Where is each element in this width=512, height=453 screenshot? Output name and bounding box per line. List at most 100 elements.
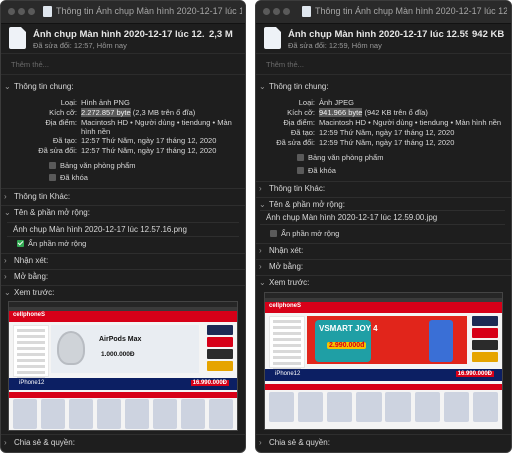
iphone-ad: iPhone12 16.990.000Đ [265, 369, 502, 381]
minimize-button[interactable] [18, 8, 25, 15]
kind-row: Loại: Ảnh JPEG [298, 98, 355, 107]
section-preview[interactable]: ⌄ Xem trước: [256, 277, 511, 290]
hide-extension-checkbox[interactable]: Ẩn phần mở rộng [17, 239, 167, 249]
chevron-right-icon[interactable]: › [259, 262, 262, 271]
modified-date: Đã sửa đổi: 12:57, Hôm nay [33, 41, 127, 50]
divider [256, 259, 511, 260]
section-comments[interactable]: › Nhận xét: [256, 245, 511, 258]
stationery-checkbox[interactable]: Bảng văn phòng phẩm [297, 153, 447, 163]
chevron-right-icon[interactable]: › [4, 272, 7, 281]
info-window-jpeg: Thông tin Ảnh chụp Màn hình 2020-12-17 l… [255, 0, 512, 453]
modified-row: Đã sửa đổi: 12:57 Thứ Năm, ngày 17 tháng… [38, 146, 217, 155]
file-icon [9, 27, 26, 49]
file-header: Ảnh chụp Màn hình 2020-12-17 lúc 12.59..… [256, 24, 511, 52]
document-icon [302, 6, 311, 17]
chevron-right-icon[interactable]: › [4, 192, 7, 201]
chevron-down-icon[interactable]: ⌄ [4, 208, 11, 217]
divider [1, 188, 245, 189]
section-comments[interactable]: › Nhận xét: [1, 255, 245, 268]
size-value[interactable]: 941.966 byte [319, 108, 363, 117]
iphone-ad: iPhone12 16.990.000Đ [9, 378, 237, 390]
promo-banner: VSMART JOY 4 2.990.000đ [307, 316, 467, 364]
section-general[interactable]: ⌄ Thông tin chung: [256, 81, 511, 94]
section-open-with[interactable]: › Mở bằng: [1, 271, 245, 284]
title-bar[interactable]: Thông tin Ảnh chụp Màn hình 2020-12-17 l… [1, 1, 245, 24]
locked-checkbox[interactable]: Đã khóa [297, 166, 447, 176]
chevron-right-icon[interactable]: › [259, 246, 262, 255]
section-name-extension[interactable]: ⌄ Tên & phần mở rộng: [1, 207, 245, 220]
name-input[interactable] [266, 212, 501, 223]
created-row: Đã tạo: 12:59 Thứ Năm, ngày 17 tháng 12,… [290, 128, 455, 137]
window-controls[interactable] [263, 8, 293, 17]
tags-field[interactable] [1, 53, 245, 75]
created-row: Đã tạo: 12:57 Thứ Năm, ngày 17 tháng 12,… [52, 136, 217, 145]
headphones-image [57, 331, 85, 365]
minimize-button[interactable] [273, 8, 280, 15]
section-open-with[interactable]: › Mở bằng: [256, 261, 511, 274]
close-button[interactable] [8, 8, 15, 15]
site-logo: cellphoneS [269, 303, 302, 309]
chevron-right-icon[interactable]: › [4, 256, 7, 265]
chevron-right-icon[interactable]: › [259, 184, 262, 193]
divider [256, 434, 511, 435]
title-bar[interactable]: Thông tin Ảnh chụp Màn hình 2020-12-17 l… [256, 1, 511, 24]
section-more-info[interactable]: › Thông tin Khác: [256, 183, 511, 196]
chevron-right-icon[interactable]: › [259, 438, 262, 447]
file-name: Ảnh chụp Màn hình 2020-12-17 lúc 12.59..… [288, 29, 468, 40]
locked-checkbox[interactable]: Đã khóa [49, 173, 199, 183]
chevron-right-icon[interactable]: › [4, 438, 7, 447]
side-promos [207, 325, 233, 373]
chevron-down-icon[interactable]: ⌄ [4, 288, 11, 297]
name-field[interactable] [7, 222, 239, 237]
zoom-button[interactable] [283, 8, 290, 15]
section-preview[interactable]: ⌄ Xem trước: [1, 287, 245, 300]
size-value[interactable]: 2.272.857 byte [81, 108, 131, 117]
section-more-info[interactable]: › Thông tin Khác: [1, 191, 245, 204]
section-sharing[interactable]: › Chia sẻ & quyền: [1, 437, 245, 450]
divider [1, 269, 245, 270]
location-row: Địa điểm: Macintosh HD • Người dùng • ti… [283, 118, 502, 127]
divider [1, 285, 245, 286]
divider [256, 243, 511, 244]
name-field[interactable] [260, 210, 505, 225]
chevron-down-icon[interactable]: ⌄ [4, 82, 11, 91]
checkbox[interactable] [297, 167, 304, 174]
chevron-down-icon[interactable]: ⌄ [259, 278, 266, 287]
tags-input[interactable] [9, 57, 213, 72]
tags-input[interactable] [264, 57, 468, 72]
file-size: 2,3 M [209, 29, 233, 40]
section-sharing[interactable]: › Chia sẻ & quyền: [256, 437, 511, 450]
divider [256, 181, 511, 182]
checkbox-checked[interactable] [17, 240, 24, 247]
site-menu [269, 316, 305, 371]
checkbox[interactable] [49, 174, 56, 181]
kind-row: Loại: Hình ảnh PNG [60, 98, 130, 107]
divider [1, 253, 245, 254]
divider [1, 434, 245, 435]
tags-field[interactable] [256, 53, 511, 75]
divider [1, 205, 245, 206]
checkbox[interactable] [270, 230, 277, 237]
window-title: Thông tin Ảnh chụp Màn hình 2020-12-17 l… [56, 6, 242, 16]
divider [256, 197, 511, 198]
stationery-checkbox[interactable]: Bảng văn phòng phẩm [49, 161, 199, 171]
divider [256, 275, 511, 276]
side-promos [472, 316, 498, 364]
flash-sale-bar [9, 392, 237, 398]
flash-sale-bar [265, 384, 502, 390]
name-input[interactable] [13, 224, 235, 235]
file-header: Ảnh chụp Màn hình 2020-12-17 lúc 12.57.1… [1, 24, 245, 52]
promo-banner: AirPods Max 1.000.000Đ [51, 325, 199, 373]
chevron-down-icon[interactable]: ⌄ [259, 200, 266, 209]
site-menu [13, 325, 49, 380]
section-general[interactable]: ⌄ Thông tin chung: [1, 81, 245, 94]
window-controls[interactable] [8, 8, 38, 17]
checkbox[interactable] [49, 162, 56, 169]
checkbox[interactable] [297, 154, 304, 161]
zoom-button[interactable] [28, 8, 35, 15]
file-name: Ảnh chụp Màn hình 2020-12-17 lúc 12.57.1… [33, 29, 205, 40]
hide-extension-checkbox[interactable]: Ẩn phần mở rộng [270, 229, 420, 239]
close-button[interactable] [263, 8, 270, 15]
chevron-down-icon[interactable]: ⌄ [259, 82, 266, 91]
phone-image [429, 320, 453, 362]
